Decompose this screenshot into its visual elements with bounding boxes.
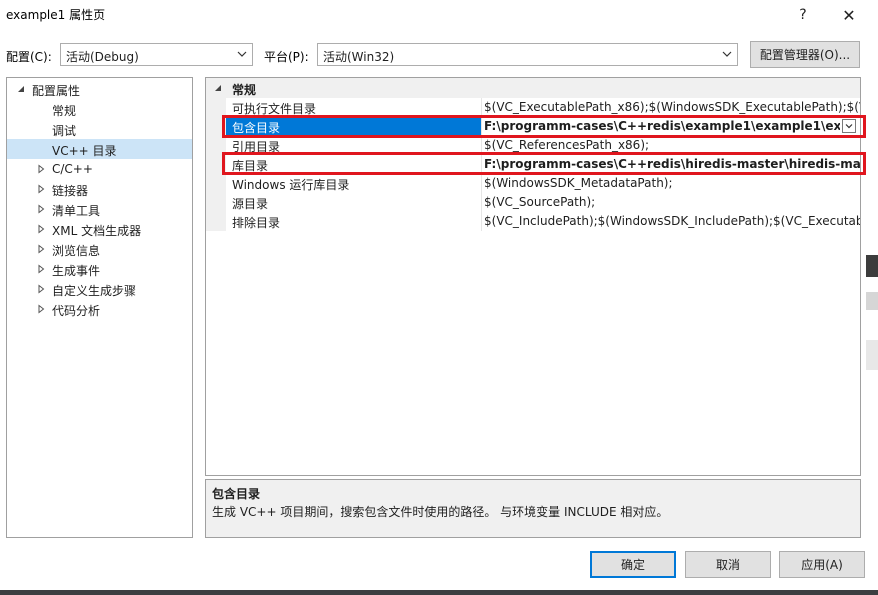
tree-item-label: 链接器 bbox=[52, 184, 89, 198]
help-button[interactable]: ? bbox=[786, 0, 820, 30]
expand-triangle-icon[interactable] bbox=[36, 304, 46, 314]
config-select[interactable]: 活动(Debug) bbox=[60, 43, 253, 66]
tree-item-c-cpp[interactable]: C/C++ bbox=[7, 159, 192, 179]
description-text: 生成 VC++ 项目期间，搜索包含文件时使用的路径。 与环境变量 INCLUDE… bbox=[212, 505, 669, 519]
expand-triangle-icon[interactable] bbox=[36, 224, 46, 234]
expand-triangle-icon[interactable] bbox=[36, 204, 46, 214]
category-label: 常规 bbox=[232, 83, 257, 97]
tree-item-code-analysis[interactable]: 代码分析 bbox=[7, 299, 192, 319]
expand-triangle-icon[interactable] bbox=[36, 184, 46, 194]
tree-item-label: 浏览信息 bbox=[52, 244, 101, 258]
tree-item-label: C/C++ bbox=[52, 162, 93, 176]
tree-item-config-properties[interactable]: 配置属性 bbox=[7, 79, 192, 99]
chevron-down-icon bbox=[237, 51, 247, 57]
apply-button[interactable]: 应用(A) bbox=[779, 551, 865, 578]
row-gutter bbox=[206, 212, 226, 231]
expand-triangle-icon[interactable] bbox=[36, 264, 46, 274]
tree-item-label: 配置属性 bbox=[32, 84, 81, 98]
tree-item-custom-build-step[interactable]: 自定义生成步骤 bbox=[7, 279, 192, 299]
tree-item-label: VC++ 目录 bbox=[52, 144, 117, 158]
title-bar: example1 属性页 ? ✕ bbox=[0, 0, 878, 30]
platform-select-value: 活动(Win32) bbox=[323, 50, 395, 64]
tree-item-debugging[interactable]: 调试 bbox=[7, 119, 192, 139]
expand-triangle-icon[interactable] bbox=[36, 284, 46, 294]
description-title: 包含目录 bbox=[212, 487, 261, 501]
property-row-winrt-dirs[interactable]: Windows 运行库目录 $(WindowsSDK_MetadataPath)… bbox=[206, 174, 860, 193]
config-manager-button[interactable]: 配置管理器(O)... bbox=[750, 41, 860, 68]
ok-button[interactable]: 确定 bbox=[590, 551, 676, 578]
expand-triangle-icon[interactable] bbox=[36, 164, 46, 174]
tree-item-manifest-tool[interactable]: 清单工具 bbox=[7, 199, 192, 219]
highlight-box-include-dirs bbox=[222, 115, 866, 138]
property-name: 排除目录 bbox=[232, 216, 281, 230]
config-select-value: 活动(Debug) bbox=[66, 50, 139, 64]
tree-item-label: 自定义生成步骤 bbox=[52, 284, 137, 298]
property-value[interactable]: $(VC_IncludePath);$(WindowsSDK_IncludePa… bbox=[482, 212, 860, 231]
row-gutter bbox=[206, 193, 226, 212]
tree-item-label: 常规 bbox=[52, 104, 77, 118]
tree-item-linker[interactable]: 链接器 bbox=[7, 179, 192, 199]
collapse-triangle-icon[interactable] bbox=[16, 84, 26, 94]
tree-item-xml-doc-generator[interactable]: XML 文档生成器 bbox=[7, 219, 192, 239]
cancel-button[interactable]: 取消 bbox=[685, 551, 771, 578]
tree-item-build-events[interactable]: 生成事件 bbox=[7, 259, 192, 279]
tree-item-label: 清单工具 bbox=[52, 204, 101, 218]
chevron-down-icon bbox=[722, 51, 732, 57]
property-name: Windows 运行库目录 bbox=[232, 178, 350, 192]
property-row-source-dirs[interactable]: 源目录 $(VC_SourcePath); bbox=[206, 193, 860, 212]
property-name: 源目录 bbox=[232, 197, 269, 211]
tree-item-label: 生成事件 bbox=[52, 264, 101, 278]
expand-triangle-icon[interactable] bbox=[36, 244, 46, 254]
highlight-box-library-dirs bbox=[222, 152, 866, 175]
tree-item-general[interactable]: 常规 bbox=[7, 99, 192, 119]
tree-item-label: XML 文档生成器 bbox=[52, 224, 142, 238]
category-row-general[interactable]: 常规 bbox=[206, 78, 860, 98]
window-title: example1 属性页 bbox=[6, 8, 106, 22]
tree-item-label: 调试 bbox=[52, 124, 77, 138]
property-tree[interactable]: 配置属性 常规 调试 VC++ 目录 C/C++ 链接器 清单工具 XML 文档… bbox=[6, 77, 193, 538]
platform-label: 平台(P): bbox=[264, 50, 309, 64]
platform-select[interactable]: 活动(Win32) bbox=[317, 43, 738, 66]
property-value[interactable]: $(VC_SourcePath); bbox=[482, 193, 860, 212]
tree-item-vc-directories[interactable]: VC++ 目录 bbox=[7, 139, 192, 159]
background-window-edge bbox=[866, 0, 878, 595]
tree-item-label: 代码分析 bbox=[52, 304, 101, 318]
tree-item-browse-info[interactable]: 浏览信息 bbox=[7, 239, 192, 259]
property-row-exclude-dirs[interactable]: 排除目录 $(VC_IncludePath);$(WindowsSDK_Incl… bbox=[206, 212, 860, 231]
config-label: 配置(C): bbox=[6, 50, 52, 64]
close-button[interactable]: ✕ bbox=[832, 0, 866, 30]
collapse-triangle-icon[interactable] bbox=[214, 84, 222, 92]
bottom-edge bbox=[0, 590, 878, 595]
description-panel: 包含目录 生成 VC++ 项目期间，搜索包含文件时使用的路径。 与环境变量 IN… bbox=[205, 479, 861, 538]
row-gutter bbox=[206, 174, 226, 193]
property-value[interactable]: $(WindowsSDK_MetadataPath); bbox=[482, 174, 860, 193]
